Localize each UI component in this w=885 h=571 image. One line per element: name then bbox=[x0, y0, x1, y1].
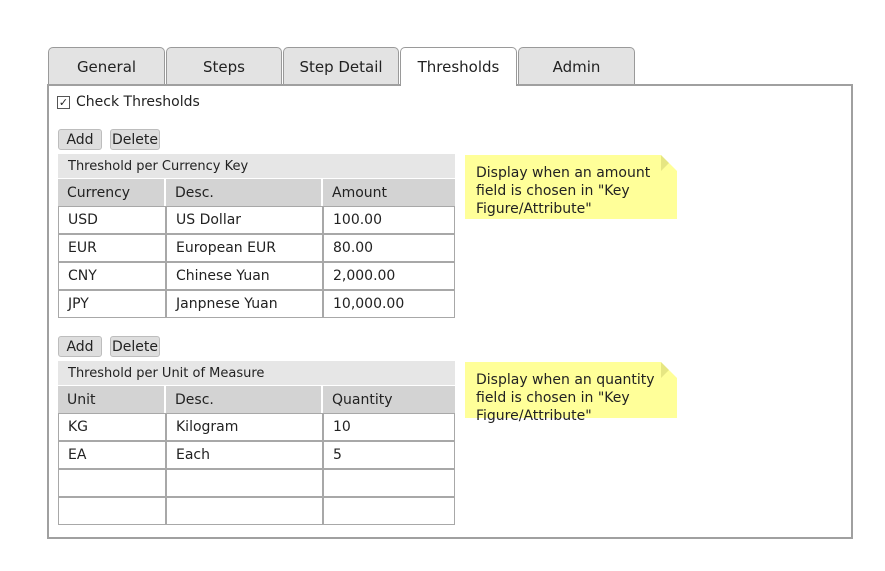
check-thresholds-label: Check Thresholds bbox=[76, 94, 200, 110]
table-cell[interactable]: 10,000.00 bbox=[323, 290, 455, 318]
currency-grid: Currency Desc. Amount USD US Dollar 100.… bbox=[58, 179, 455, 318]
tab-admin[interactable]: Admin bbox=[518, 47, 635, 85]
amount-sticky-note: Display when an amount field is chosen i… bbox=[465, 155, 677, 219]
uom-add-button[interactable]: Add bbox=[58, 336, 102, 357]
column-header-desc[interactable]: Desc. bbox=[166, 179, 323, 206]
table-cell[interactable]: 80.00 bbox=[323, 234, 455, 262]
currency-delete-button[interactable]: Delete bbox=[110, 129, 160, 150]
column-header-amount[interactable]: Amount bbox=[323, 179, 455, 206]
table-cell[interactable]: EUR bbox=[58, 234, 166, 262]
table-cell[interactable]: European EUR bbox=[166, 234, 323, 262]
table-cell[interactable] bbox=[323, 469, 455, 497]
uom-delete-button[interactable]: Delete bbox=[110, 336, 160, 357]
check-thresholds-row[interactable]: ✓ Check Thresholds bbox=[57, 94, 200, 110]
tab-bar: General Steps Step Detail Thresholds Adm… bbox=[48, 47, 636, 86]
table-cell[interactable]: 5 bbox=[323, 441, 455, 469]
table-cell[interactable]: EA bbox=[58, 441, 166, 469]
tab-steps[interactable]: Steps bbox=[166, 47, 282, 85]
currency-add-button[interactable]: Add bbox=[58, 129, 102, 150]
table-cell[interactable] bbox=[166, 469, 323, 497]
table-cell[interactable]: CNY bbox=[58, 262, 166, 290]
column-header-quantity[interactable]: Quantity bbox=[323, 386, 455, 413]
table-cell[interactable] bbox=[166, 497, 323, 525]
tab-step-detail[interactable]: Step Detail bbox=[283, 47, 399, 85]
table-cell[interactable]: US Dollar bbox=[166, 206, 323, 234]
table-cell[interactable]: Kilogram bbox=[166, 413, 323, 441]
table-cell[interactable]: 100.00 bbox=[323, 206, 455, 234]
amount-note-text: Display when an amount field is chosen i… bbox=[476, 165, 651, 217]
column-header-currency[interactable]: Currency bbox=[58, 179, 166, 206]
tab-thresholds[interactable]: Thresholds bbox=[400, 47, 517, 86]
uom-grid-title: Threshold per Unit of Measure bbox=[58, 361, 455, 385]
quantity-note-text: Display when an quantity field is chosen… bbox=[476, 372, 655, 424]
table-cell[interactable] bbox=[58, 497, 166, 525]
currency-grid-title: Threshold per Currency Key bbox=[58, 154, 455, 178]
note-corner bbox=[661, 155, 677, 171]
table-cell[interactable]: USD bbox=[58, 206, 166, 234]
table-cell[interactable]: JPY bbox=[58, 290, 166, 318]
table-cell[interactable]: 10 bbox=[323, 413, 455, 441]
column-header-desc[interactable]: Desc. bbox=[166, 386, 323, 413]
table-cell[interactable]: KG bbox=[58, 413, 166, 441]
tab-general[interactable]: General bbox=[48, 47, 165, 85]
table-cell[interactable] bbox=[323, 497, 455, 525]
uom-grid: Unit Desc. Quantity KG Kilogram 10 EA Ea… bbox=[58, 386, 455, 525]
note-corner bbox=[661, 362, 677, 378]
table-cell[interactable]: 2,000.00 bbox=[323, 262, 455, 290]
table-cell[interactable] bbox=[58, 469, 166, 497]
column-header-unit[interactable]: Unit bbox=[58, 386, 166, 413]
quantity-sticky-note: Display when an quantity field is chosen… bbox=[465, 362, 677, 424]
table-cell[interactable]: Chinese Yuan bbox=[166, 262, 323, 290]
check-thresholds-checkbox[interactable]: ✓ bbox=[57, 95, 70, 109]
table-cell[interactable]: Janpnese Yuan bbox=[166, 290, 323, 318]
table-cell[interactable]: Each bbox=[166, 441, 323, 469]
